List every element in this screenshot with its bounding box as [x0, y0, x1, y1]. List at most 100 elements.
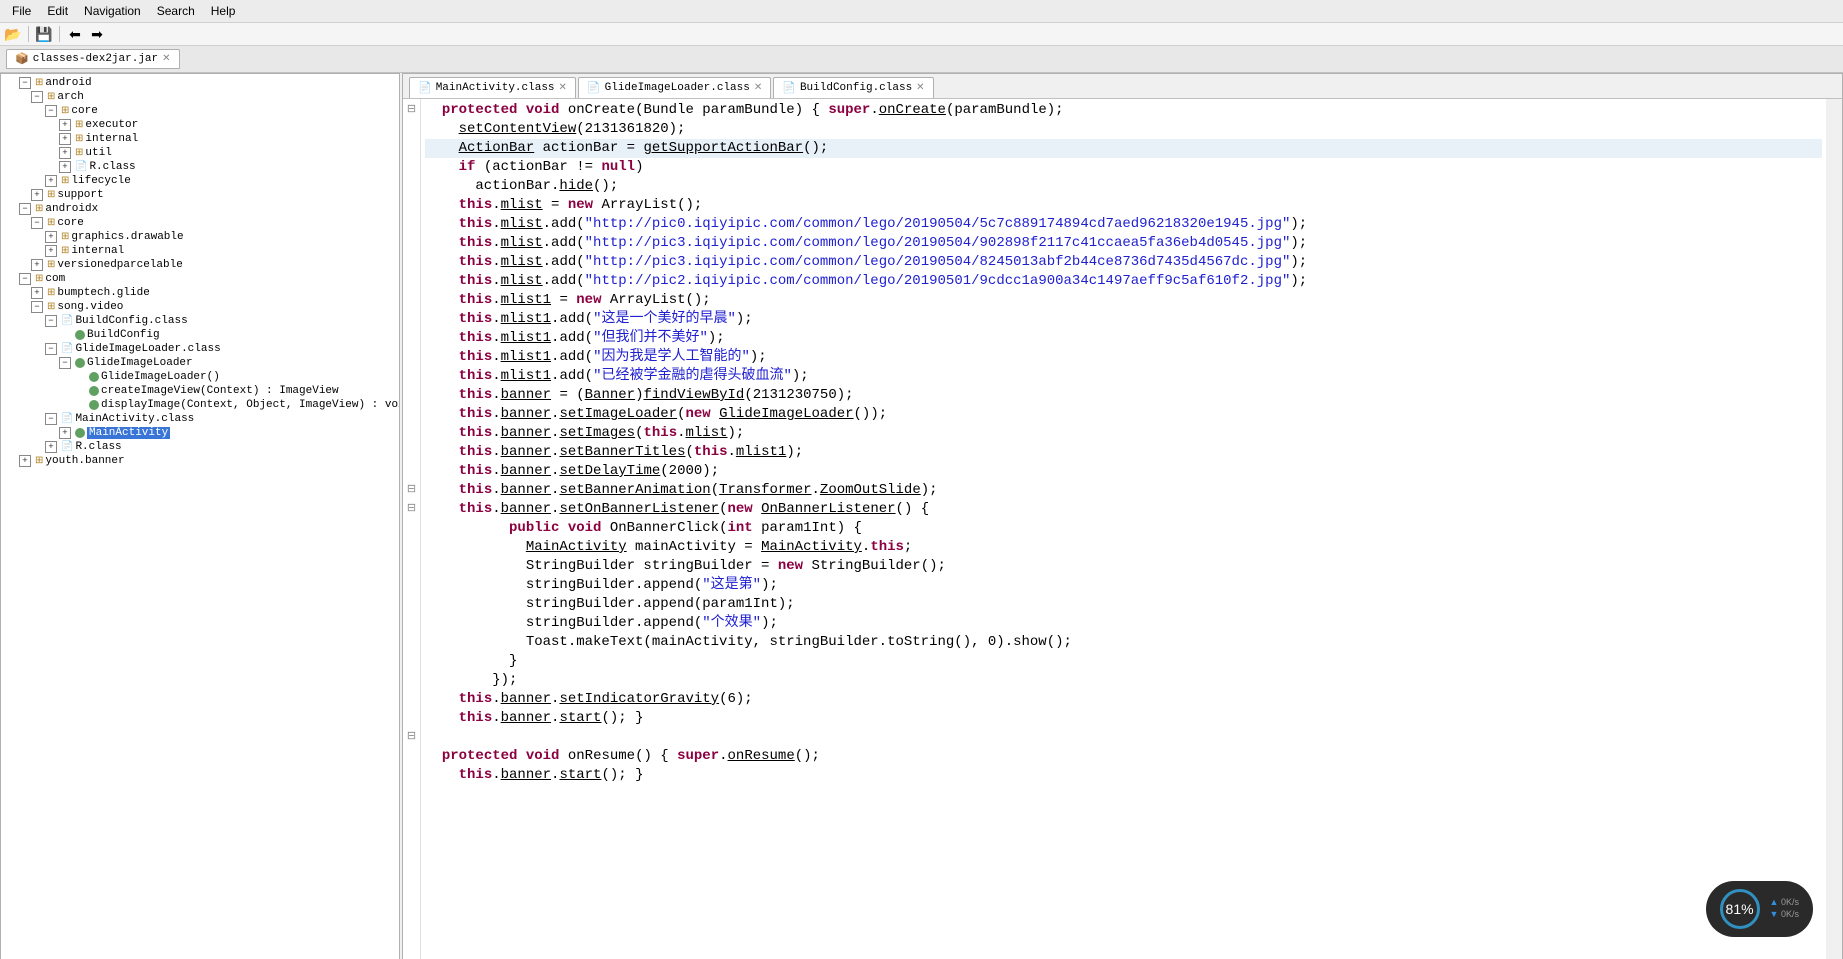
tree-label-selected[interactable]: MainActivity	[87, 427, 170, 439]
expand-icon[interactable]: +	[31, 287, 43, 299]
tree-label[interactable]: song.video	[57, 301, 123, 313]
tab-label: MainActivity.class	[436, 82, 555, 94]
tree-label[interactable]: bumptech.glide	[57, 287, 149, 299]
expand-icon[interactable]: +	[59, 427, 71, 439]
tree-label[interactable]: support	[57, 189, 103, 201]
save-icon[interactable]: 💾	[35, 25, 53, 43]
tree-label[interactable]: createImageView(Context) : ImageView	[101, 385, 339, 397]
tree-label[interactable]: GlideImageLoader()	[101, 371, 220, 383]
system-widget[interactable]: 81% ▲ 0K/s ▼ 0K/s	[1706, 881, 1813, 937]
tree-label[interactable]: lifecycle	[71, 175, 130, 187]
menu-edit[interactable]: Edit	[41, 2, 74, 20]
tree-label[interactable]: GlideImageLoader.class	[75, 343, 220, 355]
collapse-icon[interactable]: −	[19, 77, 31, 89]
tree-label[interactable]: BuildConfig	[87, 329, 160, 341]
tree-label[interactable]: android	[45, 77, 91, 89]
package-tree[interactable]: −⊞ android −⊞ arch −⊞ core +⊞ executor +…	[0, 73, 400, 959]
collapse-icon[interactable]: −	[45, 315, 57, 327]
collapse-icon[interactable]: −	[31, 301, 43, 313]
tree-label[interactable]: MainActivity.class	[75, 413, 194, 425]
package-icon: ⊞	[35, 455, 43, 467]
tree-label[interactable]: graphics.drawable	[71, 231, 183, 243]
package-icon: ⊞	[35, 77, 43, 89]
package-icon: ⊞	[47, 287, 55, 299]
tree-label[interactable]: internal	[71, 245, 124, 257]
collapse-icon[interactable]: −	[19, 273, 31, 285]
tree-label[interactable]: versionedparcelable	[57, 259, 182, 271]
vertical-scrollbar[interactable]	[1826, 99, 1842, 959]
editor-tab-buildconfig[interactable]: 📄BuildConfig.class ✕	[773, 77, 933, 98]
menu-help[interactable]: Help	[205, 2, 242, 20]
file-icon: 📄	[587, 81, 601, 95]
expand-icon[interactable]: +	[19, 455, 31, 467]
expand-icon[interactable]: +	[45, 245, 57, 257]
expand-icon[interactable]: +	[45, 175, 57, 187]
collapse-icon[interactable]: −	[31, 91, 43, 103]
package-icon: ⊞	[35, 273, 43, 285]
package-icon: ⊞	[47, 301, 55, 313]
method-circle-icon	[89, 386, 99, 396]
close-icon[interactable]: ✕	[559, 82, 567, 94]
back-icon[interactable]: ⬅	[66, 25, 84, 43]
package-icon: ⊞	[75, 119, 83, 131]
cpu-gauge-icon: 81%	[1720, 889, 1760, 929]
tree-label[interactable]: core	[57, 217, 83, 229]
close-icon[interactable]: ✕	[754, 82, 762, 94]
menu-navigation[interactable]: Navigation	[78, 2, 147, 20]
package-icon: ⊞	[75, 133, 83, 145]
collapse-icon[interactable]: −	[45, 343, 57, 355]
fold-icon[interactable]: ⊟	[403, 500, 420, 519]
package-icon: ⊞	[75, 147, 83, 159]
tree-label[interactable]: R.class	[89, 161, 135, 173]
class-circle-icon	[75, 358, 85, 368]
tree-label[interactable]: displayImage(Context, Object, ImageView)…	[101, 399, 400, 411]
tree-label[interactable]: androidx	[45, 203, 98, 215]
close-icon[interactable]: ✕	[162, 53, 170, 65]
tree-label[interactable]: youth.banner	[45, 455, 124, 467]
expand-icon[interactable]: +	[45, 441, 57, 453]
tree-label[interactable]: util	[85, 147, 111, 159]
editor-tab-glideimageloader[interactable]: 📄 GlideImageLoader.class ✕	[578, 77, 771, 98]
tree-label[interactable]: internal	[85, 133, 138, 145]
expand-icon[interactable]: +	[59, 119, 71, 131]
package-icon: ⊞	[61, 105, 69, 117]
jar-tab[interactable]: 📦 classes-dex2jar.jar ✕	[6, 49, 180, 69]
menu-file[interactable]: File	[6, 2, 37, 20]
package-icon: ⊞	[47, 259, 55, 271]
tree-label[interactable]: arch	[57, 91, 83, 103]
collapse-icon[interactable]: −	[45, 105, 57, 117]
expand-icon[interactable]: +	[59, 161, 71, 173]
editor-tab-mainactivity[interactable]: 📄MainActivity.class ✕	[409, 77, 576, 98]
tree-label[interactable]: BuildConfig.class	[75, 315, 187, 327]
fold-icon[interactable]: ⊟	[403, 101, 420, 120]
class-circle-icon	[75, 330, 85, 340]
collapse-icon[interactable]: −	[59, 357, 71, 369]
down-arrow-icon: ▼	[1770, 909, 1779, 919]
code-editor[interactable]: protected void onCreate(Bundle paramBund…	[421, 99, 1826, 959]
tree-label[interactable]: core	[71, 105, 97, 117]
collapse-icon[interactable]: −	[45, 413, 57, 425]
top-tabbar: 📦 classes-dex2jar.jar ✕	[0, 46, 1843, 73]
menu-search[interactable]: Search	[151, 2, 201, 20]
tab-label: GlideImageLoader.class	[605, 82, 750, 94]
fold-icon[interactable]: ⊟	[403, 728, 420, 747]
class-icon: 📄	[61, 413, 73, 425]
close-icon[interactable]: ✕	[916, 82, 924, 94]
expand-icon[interactable]: +	[59, 147, 71, 159]
expand-icon[interactable]: +	[31, 189, 43, 201]
fold-gutter[interactable]: ⊟⊟⊟⊟	[403, 99, 421, 959]
collapse-icon[interactable]: −	[19, 203, 31, 215]
tree-label[interactable]: executor	[85, 119, 138, 131]
tree-label[interactable]: com	[45, 273, 65, 285]
tree-label[interactable]: GlideImageLoader	[87, 357, 193, 369]
tree-label[interactable]: R.class	[75, 441, 121, 453]
open-icon[interactable]: 📂	[4, 25, 22, 43]
expand-icon[interactable]: +	[59, 133, 71, 145]
forward-icon[interactable]: ➡	[88, 25, 106, 43]
fold-icon[interactable]: ⊟	[403, 481, 420, 500]
expand-icon[interactable]: +	[45, 231, 57, 243]
expand-icon[interactable]: +	[31, 259, 43, 271]
method-circle-icon	[89, 372, 99, 382]
method-circle-icon	[89, 400, 99, 410]
collapse-icon[interactable]: −	[31, 217, 43, 229]
